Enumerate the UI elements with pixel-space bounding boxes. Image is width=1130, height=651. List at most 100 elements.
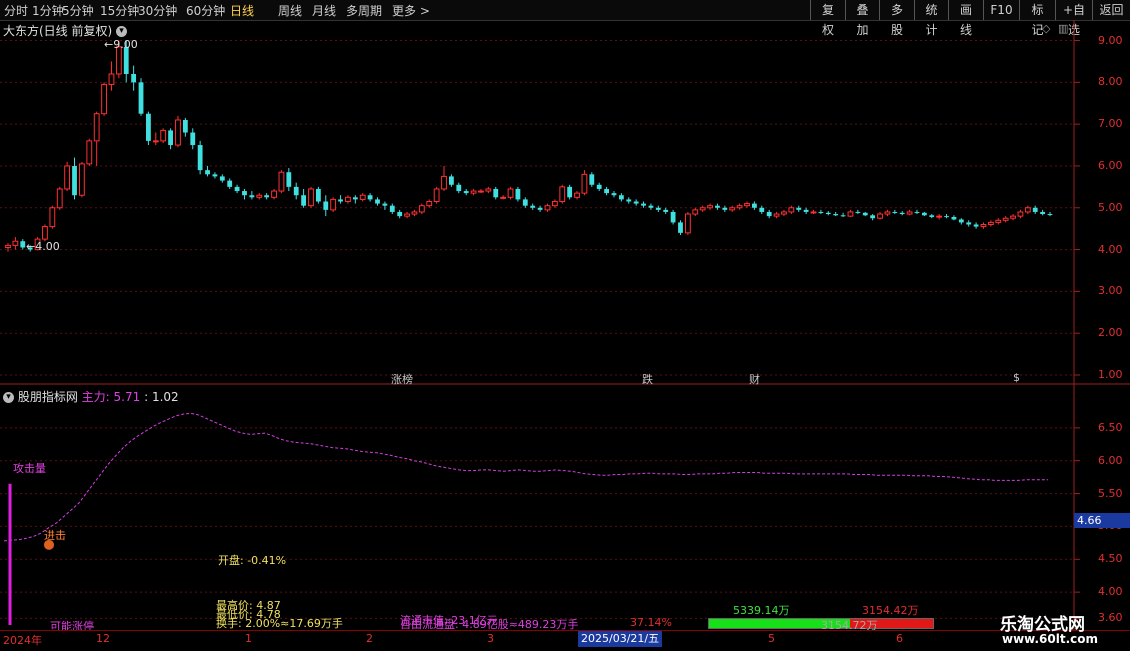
candle [840, 212, 846, 217]
candle-body [670, 211, 676, 223]
candle [323, 195, 329, 217]
candle-body [478, 190, 484, 193]
candle [441, 165, 447, 192]
candle [219, 174, 225, 183]
candle-body [648, 205, 654, 208]
candle-body [308, 188, 314, 207]
candle-body [375, 199, 380, 204]
period-tab[interactable]: 30分钟 [138, 2, 177, 19]
candle [205, 165, 210, 177]
period-tab[interactable]: 60分钟 [186, 2, 225, 19]
candle [604, 186, 609, 196]
candle-body [618, 195, 624, 200]
price-axis-label: 1.00 [1098, 368, 1123, 381]
candle [493, 186, 499, 200]
candlestick-chart[interactable] [0, 20, 1130, 385]
candle [500, 195, 507, 200]
candle [759, 205, 765, 215]
period-tab[interactable]: 5分钟 [62, 2, 94, 19]
candle [736, 203, 743, 210]
candle [382, 201, 388, 210]
candle [375, 197, 380, 206]
toolbar-button[interactable]: F10 [983, 0, 1019, 20]
toolbar-button[interactable]: 复权 [810, 0, 845, 37]
candle-body [936, 215, 943, 218]
open-info: 开盘: -0.41% [218, 554, 287, 567]
candle-body [825, 212, 831, 215]
candle-body [678, 222, 683, 233]
candle-body [604, 188, 609, 194]
candle [766, 209, 772, 219]
candle-body [980, 223, 987, 228]
indicator-axis-label: 3.60 [1098, 611, 1123, 625]
candle [271, 188, 277, 200]
toolbar-button[interactable]: 标记 [1019, 0, 1055, 37]
candle [921, 211, 927, 217]
period-tab[interactable]: 15分钟 [100, 2, 139, 19]
candle [707, 203, 713, 210]
indicator-chart[interactable] [0, 385, 1130, 630]
turnover-info: 换手: 2.00%≈17.69万手 [216, 617, 343, 630]
candle [906, 209, 913, 216]
candle-body [389, 205, 395, 212]
toolbar-button[interactable]: +自选 [1055, 0, 1092, 37]
candle-body [493, 188, 499, 198]
candle-body [626, 199, 632, 202]
candle-body [877, 213, 883, 219]
candle-body [330, 198, 337, 211]
toolbar-button[interactable]: 返回 [1092, 0, 1130, 20]
candle-body [751, 203, 757, 208]
candle [352, 195, 358, 204]
period-toolbar: 分时 1分钟 5分钟 15分钟 30分钟 60分钟 日线 周线 月线 多周期 更多 > 复权 叠加 多股… [0, 0, 1130, 37]
date-tick-label: 2 [366, 632, 373, 645]
attack-marker: 进击 [44, 529, 66, 542]
candle-body [596, 184, 602, 189]
candle-body [485, 188, 492, 192]
candle [544, 203, 551, 212]
period-tab[interactable]: 1分钟 [32, 2, 64, 19]
event-marker-dividend[interactable]: $ [1013, 371, 1020, 384]
candle [855, 209, 861, 215]
candle [862, 211, 868, 217]
candle [131, 65, 137, 91]
candle-body [818, 211, 824, 213]
candle-body [796, 207, 802, 210]
period-tab[interactable]: 多周期 [346, 2, 382, 19]
candle [899, 211, 905, 216]
period-tab[interactable]: 分时 [4, 2, 28, 19]
period-tab[interactable]: 日线 [230, 2, 254, 19]
toolbar-button[interactable]: 画线 [948, 0, 983, 37]
candle-body [840, 215, 846, 217]
candle-body [352, 197, 358, 200]
candle-body [205, 170, 210, 175]
percent-info: 37.14% [630, 616, 672, 629]
candle-body [426, 201, 433, 207]
candle-body [256, 194, 263, 198]
candle [397, 209, 403, 219]
candle-body [722, 207, 728, 210]
candle-body [367, 195, 373, 200]
low-price-label: ←4.00 [26, 240, 60, 253]
candle [160, 128, 167, 143]
candle [626, 197, 632, 204]
toolbar-button[interactable]: 叠加 [845, 0, 879, 37]
candle [936, 214, 943, 220]
candle [426, 199, 433, 208]
price-axis-label: 5.00 [1098, 200, 1123, 214]
toolbar-button[interactable]: 统计 [914, 0, 948, 37]
candle-body [736, 205, 743, 209]
candle-body [707, 205, 713, 209]
date-tick-label: 3 [487, 632, 494, 645]
period-tab[interactable]: 月线 [312, 2, 336, 19]
candle-body [507, 188, 514, 198]
candle [796, 205, 802, 212]
candle-body [884, 211, 891, 215]
candle [574, 191, 580, 200]
period-tab[interactable]: 周线 [278, 2, 302, 19]
candle-body [470, 190, 477, 194]
toolbar-button[interactable]: 多股 [879, 0, 914, 37]
candle-body [655, 207, 661, 210]
candle-body [744, 203, 750, 207]
period-tab[interactable]: 更多 > [392, 2, 430, 19]
candle [1024, 205, 1031, 215]
